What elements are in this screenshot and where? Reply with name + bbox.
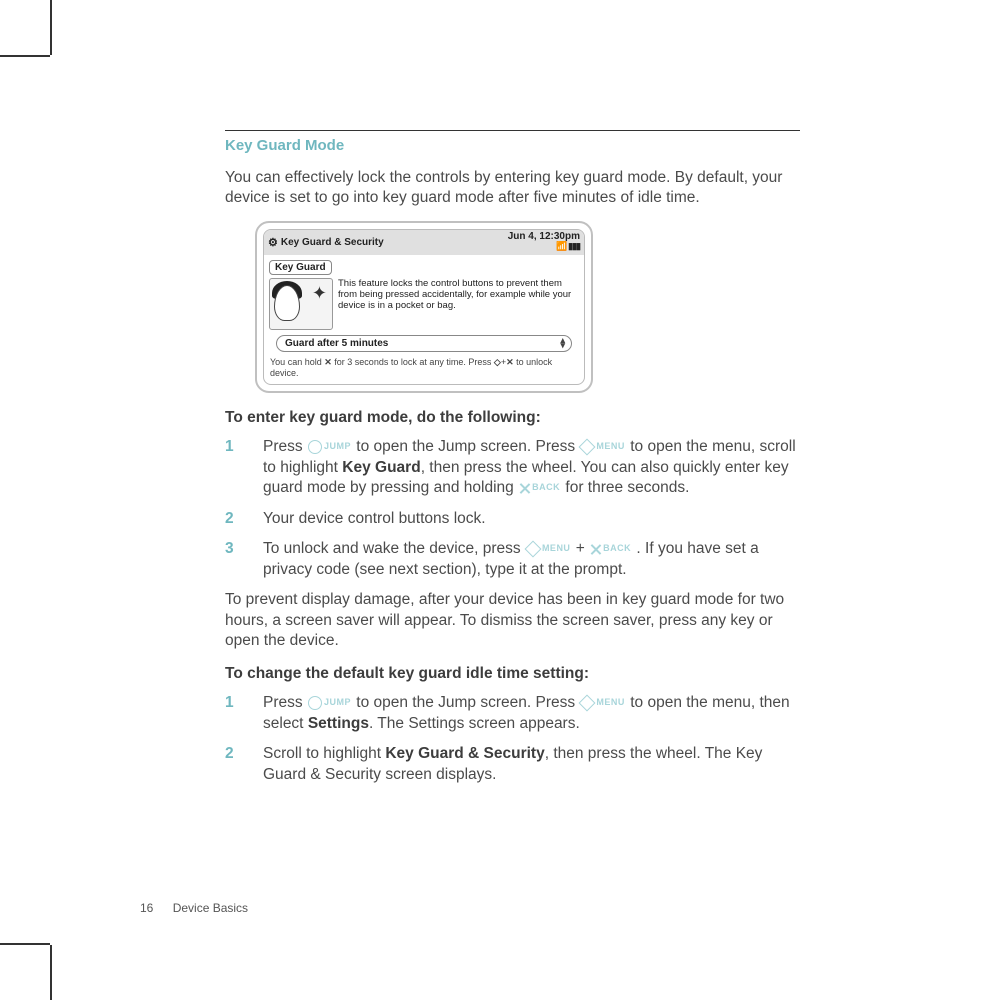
updown-icon: ▴▾ bbox=[560, 338, 563, 349]
back-button-icon: BACK bbox=[590, 543, 631, 555]
crop-mark bbox=[50, 0, 52, 55]
subhead-enter: To enter key guard mode, do the followin… bbox=[225, 409, 800, 427]
jump-button-icon: JUMP bbox=[308, 440, 351, 454]
list-item: 1 Press JUMP to open the Jump screen. Pr… bbox=[225, 437, 800, 498]
menu-button-icon: MENU bbox=[526, 543, 571, 555]
page-content: Key Guard Mode You can effectively lock … bbox=[225, 130, 800, 795]
footer-section: Device Basics bbox=[173, 901, 248, 915]
device-description: This feature locks the control buttons t… bbox=[338, 278, 579, 312]
menu-button-icon: MENU bbox=[580, 697, 625, 709]
page-footer: 16 Device Basics bbox=[140, 901, 248, 915]
back-button-icon: BACK bbox=[519, 482, 560, 494]
device-status-bar: ⚙ Key Guard & Security Jun 4, 12:30pm 📶 … bbox=[264, 230, 584, 255]
device-screenshot: ⚙ Key Guard & Security Jun 4, 12:30pm 📶 … bbox=[255, 221, 593, 394]
crop-mark bbox=[50, 945, 52, 1000]
list-item: 3 To unlock and wake the device, press M… bbox=[225, 539, 800, 580]
device-illustration: ✦ bbox=[269, 278, 333, 330]
section-rule bbox=[225, 130, 800, 131]
menu-button-icon: MENU bbox=[580, 441, 625, 453]
crop-mark bbox=[0, 943, 50, 945]
change-steps: 1 Press JUMP to open the Jump screen. Pr… bbox=[225, 693, 800, 785]
section-title: Key Guard Mode bbox=[225, 137, 800, 154]
device-dropdown: Guard after 5 minutes ▴▾ bbox=[276, 335, 572, 352]
device-hint: You can hold ✕ for 3 seconds to lock at … bbox=[264, 355, 584, 385]
list-item: 2 Your device control buttons lock. bbox=[225, 509, 800, 529]
device-dropdown-value: Guard after 5 minutes bbox=[285, 338, 388, 349]
device-indicators: 📶 ▮▮▮ bbox=[556, 241, 580, 251]
crop-mark bbox=[0, 55, 50, 57]
device-panel-label: Key Guard bbox=[269, 260, 332, 275]
intro-paragraph: You can effectively lock the controls by… bbox=[225, 168, 800, 209]
enter-steps: 1 Press JUMP to open the Jump screen. Pr… bbox=[225, 437, 800, 580]
screensaver-note: To prevent display damage, after your de… bbox=[225, 590, 800, 651]
device-screen-title: Key Guard & Security bbox=[281, 237, 384, 248]
list-item: 2 Scroll to highlight Key Guard & Securi… bbox=[225, 744, 800, 785]
list-item: 1 Press JUMP to open the Jump screen. Pr… bbox=[225, 693, 800, 734]
gear-icon: ⚙ bbox=[268, 236, 278, 249]
page-number: 16 bbox=[140, 901, 153, 915]
subhead-change: To change the default key guard idle tim… bbox=[225, 665, 800, 683]
jump-button-icon: JUMP bbox=[308, 696, 351, 710]
